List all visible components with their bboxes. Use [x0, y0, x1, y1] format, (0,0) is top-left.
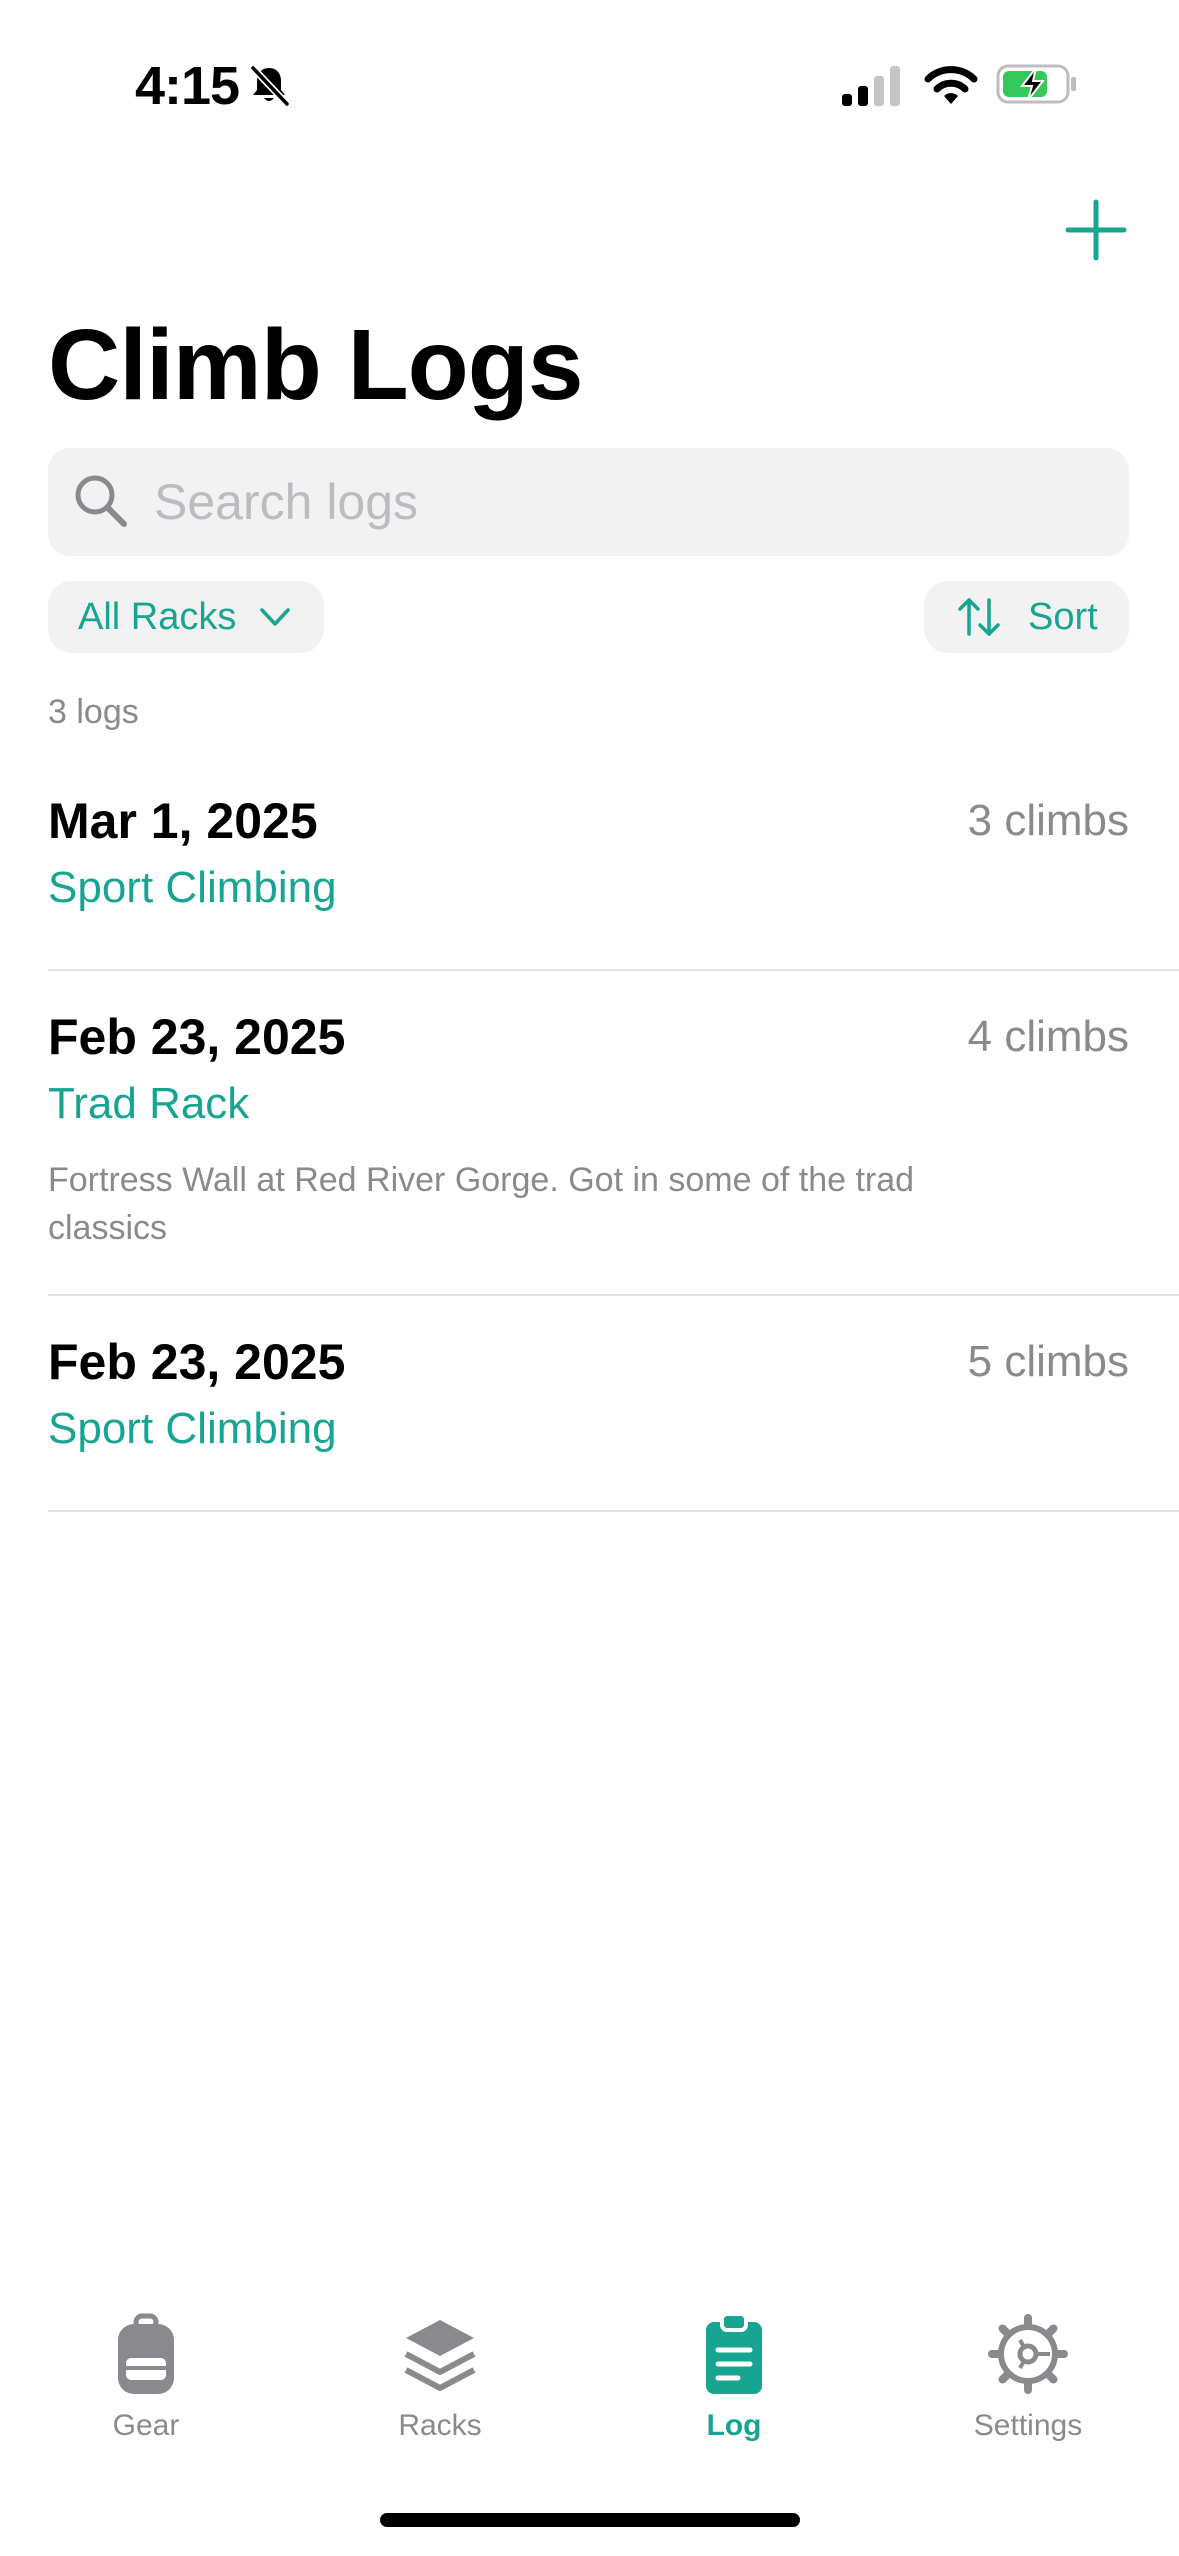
sort-label: Sort [1028, 595, 1098, 638]
battery-charging-icon [996, 64, 1076, 104]
stack-icon [404, 2320, 476, 2391]
log-note: Fortress Wall at Red River Gorge. Got in… [48, 1161, 915, 1247]
tab-log[interactable]: Log [634, 2312, 834, 2446]
wifi-icon [924, 66, 978, 104]
sort-arrows-icon [958, 598, 1000, 636]
search-input[interactable] [154, 466, 1114, 538]
rack-filter-label: All Racks [78, 595, 237, 638]
plus-icon[interactable] [1060, 194, 1132, 266]
chevron-down-icon [260, 608, 291, 626]
tab-label: Settings [973, 2409, 1083, 2442]
log-row[interactable]: Feb 23, 2025 4 climbs Trad Rack Fortress… [48, 1006, 1179, 1256]
tab-gear[interactable]: Gear [46, 2312, 246, 2446]
log-date: Feb 23, 2025 [48, 1009, 346, 1065]
backpack-icon [118, 2313, 174, 2394]
log-date: Mar 1, 2025 [48, 793, 318, 849]
bell-slash-icon [250, 65, 290, 107]
log-climb-count: 5 climbs [967, 1337, 1129, 1386]
log-date: Feb 23, 2025 [48, 1334, 346, 1390]
cellular-signal-icon [842, 66, 900, 106]
search-icon [75, 475, 127, 527]
rack-filter-button[interactable]: All Racks [48, 581, 324, 653]
status-time: 4:15 [135, 56, 240, 116]
tab-label: Racks [398, 2409, 482, 2442]
log-climb-count: 4 climbs [967, 1012, 1129, 1061]
page-title: Climb Logs [48, 309, 583, 421]
log-rack: Trad Rack [48, 1079, 250, 1128]
divider [48, 1510, 1179, 1512]
clipboard-icon [706, 2312, 762, 2394]
gear-icon [988, 2314, 1068, 2394]
home-indicator [380, 2513, 800, 2527]
divider [48, 1294, 1179, 1296]
tab-racks[interactable]: Racks [340, 2312, 540, 2446]
log-rack: Sport Climbing [48, 1404, 337, 1453]
divider [48, 969, 1179, 971]
tab-settings[interactable]: Settings [928, 2312, 1128, 2446]
sort-button[interactable]: Sort [924, 581, 1129, 653]
log-row[interactable]: Mar 1, 2025 3 climbs Sport Climbing [48, 790, 1179, 940]
log-row[interactable]: Feb 23, 2025 5 climbs Sport Climbing [48, 1331, 1179, 1481]
log-rack: Sport Climbing [48, 863, 337, 912]
tab-label: Log [706, 2409, 762, 2442]
tab-label: Gear [112, 2409, 180, 2442]
log-count: 3 logs [48, 693, 139, 731]
log-climb-count: 3 climbs [967, 796, 1129, 845]
